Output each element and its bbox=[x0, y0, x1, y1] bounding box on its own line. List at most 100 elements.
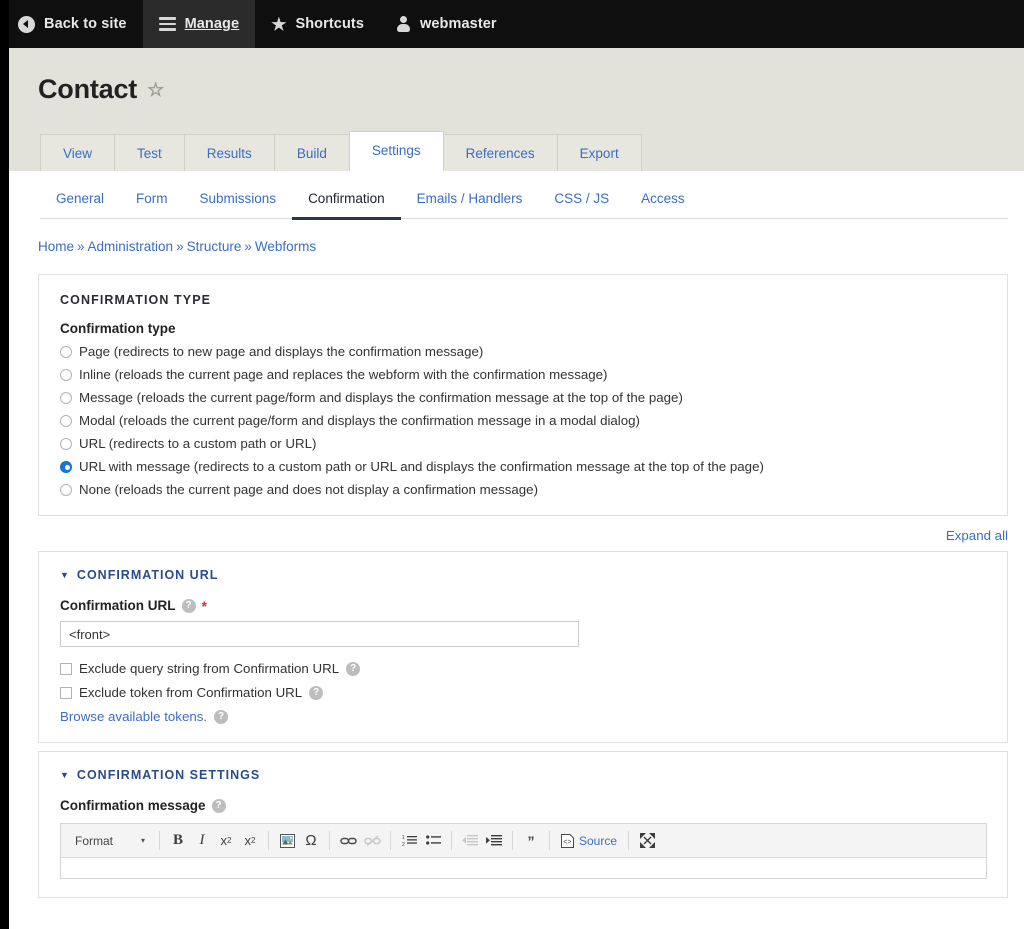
superscript-button[interactable]: x2 bbox=[238, 829, 262, 853]
question-mark-icon[interactable]: ? bbox=[214, 709, 229, 724]
radio-icon-message[interactable] bbox=[60, 391, 72, 404]
confirmation-settings-summary[interactable]: ▼ CONFIRMATION SETTINGS bbox=[60, 768, 987, 782]
question-mark-icon[interactable]: ? bbox=[211, 798, 226, 813]
toolbar-user-account[interactable]: webmaster bbox=[380, 0, 513, 48]
special-character-button[interactable]: Ω bbox=[299, 829, 323, 853]
numbered-list-button[interactable]: 1 2 bbox=[397, 829, 421, 853]
question-mark-icon[interactable]: ? bbox=[181, 598, 196, 613]
tab-references[interactable]: References bbox=[442, 134, 558, 171]
subtab-css-js[interactable]: CSS / JS bbox=[538, 181, 625, 220]
browse-available-tokens-link[interactable]: Browse available tokens. ? bbox=[60, 709, 987, 724]
radio-option-url[interactable]: URL (redirects to a custom path or URL) bbox=[60, 436, 987, 451]
toolbar-back-to-site[interactable]: Back to site bbox=[0, 0, 143, 48]
radio-icon-none[interactable] bbox=[60, 483, 72, 496]
tab-references-label: References bbox=[465, 146, 535, 161]
subtab-css-js-label: CSS / JS bbox=[554, 191, 610, 206]
tab-build[interactable]: Build bbox=[273, 134, 350, 171]
page-title-text: Contact bbox=[38, 74, 138, 104]
editor-toolbar: Format ▾ B I x2 x2 Ω 1 2 ” <> Source bbox=[61, 824, 986, 858]
radio-option-page[interactable]: Page (redirects to new page and displays… bbox=[60, 344, 987, 359]
subtab-general-label: General bbox=[56, 191, 105, 206]
tab-settings-label: Settings bbox=[371, 143, 421, 158]
subtab-form[interactable]: Form bbox=[120, 181, 184, 220]
subtab-submissions-label: Submissions bbox=[199, 191, 277, 206]
tab-test[interactable]: Test bbox=[114, 134, 185, 171]
subtab-submissions[interactable]: Submissions bbox=[184, 181, 293, 220]
maximize-button[interactable] bbox=[635, 829, 659, 853]
checkbox-icon-exclude-query-string[interactable] bbox=[60, 662, 72, 675]
subscript-button[interactable]: x2 bbox=[214, 829, 238, 853]
question-mark-icon[interactable]: ? bbox=[346, 661, 361, 676]
expand-all-link[interactable]: Expand all bbox=[0, 528, 1008, 543]
radio-icon-modal[interactable] bbox=[60, 414, 72, 427]
toolbar-separator bbox=[268, 831, 269, 850]
breadcrumb-item-structure[interactable]: Structure bbox=[187, 239, 242, 254]
rich-text-editor: Format ▾ B I x2 x2 Ω 1 2 ” <> Source bbox=[60, 823, 987, 879]
tab-export[interactable]: Export bbox=[556, 134, 642, 171]
subtab-general[interactable]: General bbox=[40, 181, 120, 220]
breadcrumb-separator: » bbox=[176, 239, 184, 254]
radio-label-modal: Modal (reloads the current page/form and… bbox=[79, 413, 640, 428]
toolbar-shortcuts[interactable]: ★ Shortcuts bbox=[255, 0, 380, 48]
outdent-button[interactable] bbox=[458, 829, 482, 853]
radio-label-url: URL (redirects to a custom path or URL) bbox=[79, 436, 317, 451]
radio-icon-page[interactable] bbox=[60, 345, 72, 358]
secondary-tabs: General Form Submissions Confirmation Em… bbox=[40, 171, 1008, 220]
blockquote-button[interactable]: ” bbox=[519, 829, 543, 853]
checkbox-exclude-query-string[interactable]: Exclude query string from Confirmation U… bbox=[60, 661, 987, 676]
breadcrumb-item-webforms[interactable]: Webforms bbox=[255, 239, 316, 254]
radio-label-url-with-message: URL with message (redirects to a custom … bbox=[79, 459, 764, 474]
checkbox-label-exclude-query-string: Exclude query string from Confirmation U… bbox=[79, 661, 340, 676]
confirmation-url-field-label-text: Confirmation URL bbox=[60, 598, 176, 613]
radio-icon-url[interactable] bbox=[60, 437, 72, 450]
radio-option-url-with-message[interactable]: URL with message (redirects to a custom … bbox=[60, 459, 987, 474]
radio-label-none: None (reloads the current page and does … bbox=[79, 482, 539, 497]
admin-toolbar: Back to site Manage ★ Shortcuts webmaste… bbox=[0, 0, 1024, 48]
star-outline-icon[interactable]: ☆ bbox=[147, 81, 164, 100]
link-button[interactable] bbox=[336, 829, 360, 853]
page-title: Contact ☆ bbox=[38, 74, 1024, 105]
format-dropdown[interactable]: Format ▾ bbox=[69, 830, 149, 852]
indent-button[interactable] bbox=[482, 829, 506, 853]
svg-text:2: 2 bbox=[402, 842, 405, 847]
question-mark-icon[interactable]: ? bbox=[309, 685, 324, 700]
subtab-access-label: Access bbox=[641, 191, 685, 206]
checkbox-icon-exclude-token[interactable] bbox=[60, 686, 72, 699]
unlink-button[interactable] bbox=[360, 829, 384, 853]
radio-option-inline[interactable]: Inline (reloads the current page and rep… bbox=[60, 367, 987, 382]
source-icon: <> bbox=[561, 833, 574, 848]
tab-results[interactable]: Results bbox=[183, 134, 275, 171]
breadcrumb: Home» Administration» Structure» Webforms bbox=[38, 239, 1024, 254]
subtab-confirmation[interactable]: Confirmation bbox=[292, 181, 401, 220]
source-button[interactable]: <> Source bbox=[556, 829, 622, 853]
radio-option-message[interactable]: Message (reloads the current page/form a… bbox=[60, 390, 987, 405]
confirmation-url-summary-label: CONFIRMATION URL bbox=[76, 568, 219, 582]
confirmation-message-label-text: Confirmation message bbox=[60, 798, 206, 813]
tab-settings[interactable]: Settings bbox=[348, 131, 444, 171]
subtab-emails-handlers[interactable]: Emails / Handlers bbox=[401, 181, 539, 220]
bulleted-list-button[interactable] bbox=[421, 829, 445, 853]
breadcrumb-item-administration[interactable]: Administration bbox=[88, 239, 174, 254]
tab-view[interactable]: View bbox=[40, 134, 116, 171]
tab-export-label: Export bbox=[579, 146, 619, 161]
checkbox-exclude-token[interactable]: Exclude token from Confirmation URL ? bbox=[60, 685, 987, 700]
editor-content-area[interactable] bbox=[61, 858, 986, 878]
subtab-access[interactable]: Access bbox=[625, 181, 701, 220]
toolbar-manage[interactable]: Manage bbox=[142, 0, 256, 48]
radio-option-none[interactable]: None (reloads the current page and does … bbox=[60, 482, 987, 497]
toolbar-user-label: webmaster bbox=[420, 16, 497, 32]
subtab-emails-handlers-label: Emails / Handlers bbox=[416, 191, 523, 206]
primary-tabs: View Test Results Build Settings Referen… bbox=[40, 131, 1024, 171]
breadcrumb-item-home[interactable]: Home bbox=[38, 239, 74, 254]
radio-icon-url-with-message[interactable] bbox=[60, 460, 72, 473]
radio-option-modal[interactable]: Modal (reloads the current page/form and… bbox=[60, 413, 987, 428]
confirmation-url-summary[interactable]: ▼ CONFIRMATION URL bbox=[60, 568, 987, 582]
radio-label-inline: Inline (reloads the current page and rep… bbox=[79, 367, 608, 382]
bold-button[interactable]: B bbox=[166, 829, 190, 853]
radio-label-message: Message (reloads the current page/form a… bbox=[79, 390, 683, 405]
radio-icon-inline[interactable] bbox=[60, 368, 72, 381]
confirmation-url-input[interactable] bbox=[60, 621, 579, 647]
checkbox-label-exclude-token: Exclude token from Confirmation URL bbox=[79, 685, 303, 700]
image-button[interactable] bbox=[275, 829, 299, 853]
italic-button[interactable]: I bbox=[190, 829, 214, 853]
